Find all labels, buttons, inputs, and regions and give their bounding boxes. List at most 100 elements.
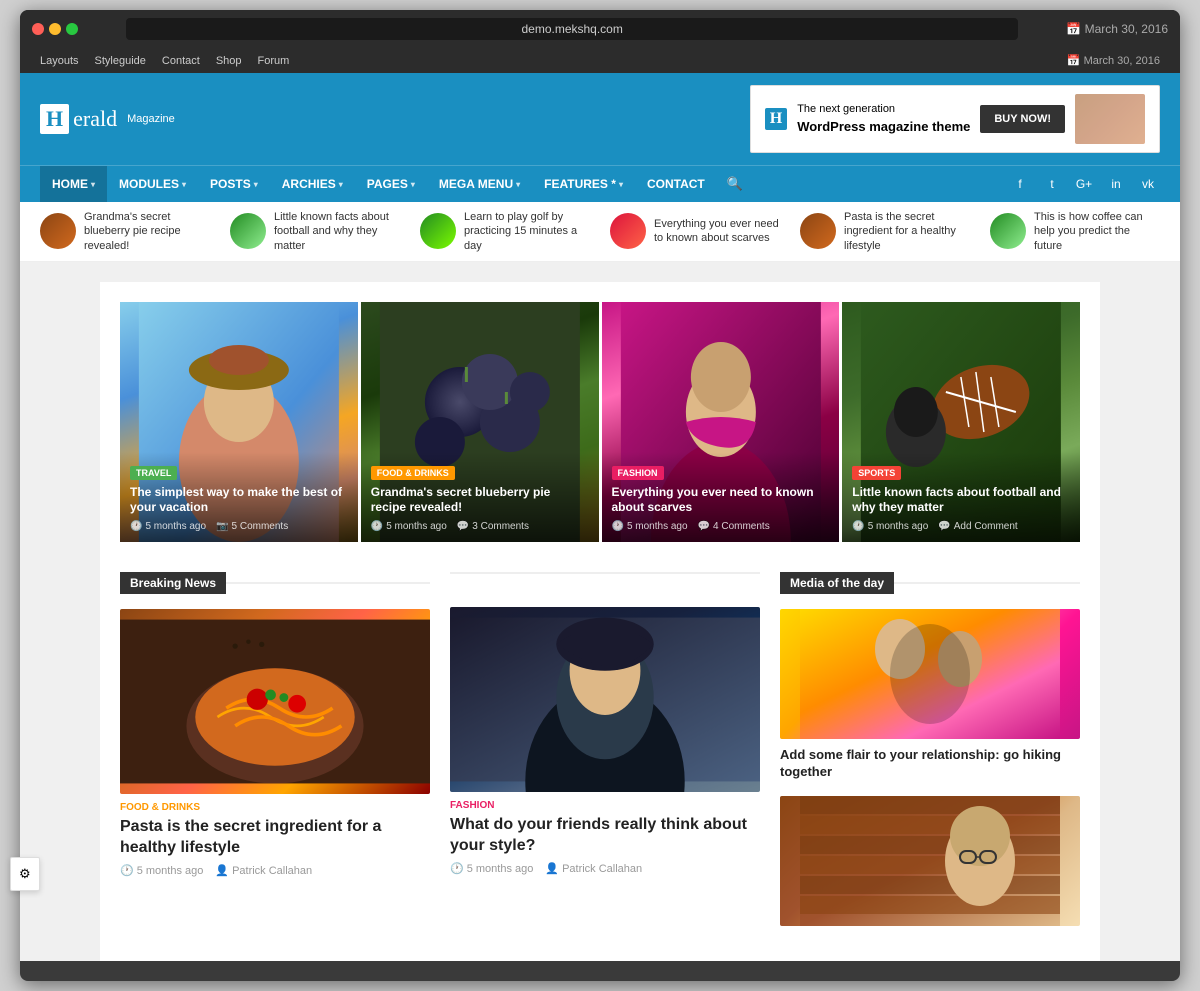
minimize-button[interactable] <box>49 23 61 35</box>
ad-logo: H <box>765 108 787 130</box>
ticker-item[interactable]: Grandma's secret blueberry pie recipe re… <box>40 210 210 253</box>
featured-grid: TRAVEL The simplest way to make the best… <box>120 302 1080 542</box>
news-meta: 🕐 5 months ago 👤 Patrick Callahan <box>120 864 430 877</box>
main-nav: HOME ▾ MODULES ▾ POSTS ▾ ARcHIES ▾ PAGES… <box>20 165 1180 202</box>
feat-tag: SPORTS <box>852 466 901 480</box>
featured-item-2[interactable]: FOOD & DRINKS Grandma's secret blueberry… <box>361 302 599 542</box>
news-ticker: Grandma's secret blueberry pie recipe re… <box>20 202 1180 262</box>
search-icon[interactable]: 🔍 <box>717 166 753 202</box>
chevron-down-icon: ▾ <box>516 180 520 189</box>
chevron-down-icon: ▾ <box>411 180 415 189</box>
media-item-2[interactable]: 📷 <box>780 796 1080 926</box>
clock-icon: 🕐 <box>371 521 383 532</box>
news-category: FOOD & DRINKS <box>120 802 430 813</box>
admin-bar-date: 📅 March 30, 2016 <box>1067 54 1160 67</box>
feat-title: The simplest way to make the best of you… <box>130 485 348 516</box>
news-card-1[interactable]: FOOD & DRINKS Pasta is the secret ingred… <box>120 609 430 878</box>
ticker-thumbnail <box>230 213 266 249</box>
ticker-item[interactable]: Learn to play golf by practicing 15 minu… <box>420 210 590 253</box>
featured-item-4[interactable]: SPORTS Little known facts about football… <box>842 302 1080 542</box>
author-icon: 👤 <box>545 862 559 875</box>
clock-icon: 🕐 <box>120 864 134 877</box>
nav-items: HOME ▾ MODULES ▾ POSTS ▾ ARcHIES ▾ PAGES… <box>40 166 753 202</box>
ticker-text: Learn to play golf by practicing 15 minu… <box>464 210 590 253</box>
featured-item-1[interactable]: TRAVEL The simplest way to make the best… <box>120 302 358 542</box>
news-title: Pasta is the secret ingredient for a hea… <box>120 817 430 859</box>
nav-item-home[interactable]: HOME ▾ <box>40 166 107 202</box>
ticker-thumbnail <box>420 213 456 249</box>
media-header: Media of the day <box>780 572 1080 594</box>
section-header-breaking: Breaking News <box>120 572 430 594</box>
ticker-thumbnail <box>990 213 1026 249</box>
clock-icon: 🕐 <box>450 862 464 875</box>
admin-bar-links: Layouts Styleguide Contact Shop Forum <box>40 55 289 67</box>
ticker-item[interactable]: This is how coffee can help you predict … <box>990 210 1160 253</box>
nav-item-modules[interactable]: MODULES ▾ <box>107 166 198 202</box>
camera-icon: 📷 <box>216 521 228 532</box>
feat-meta: 🕐 5 months ago 📷 5 Comments <box>130 521 348 532</box>
admin-link-styleguide[interactable]: Styleguide <box>95 55 146 67</box>
url-bar[interactable]: demo.mekshq.com <box>126 18 1018 40</box>
comment-icon: 💬 <box>698 521 710 532</box>
admin-link-shop[interactable]: Shop <box>216 55 242 67</box>
chevron-down-icon: ▾ <box>254 180 258 189</box>
ad-banner[interactable]: H The next generation WordPress magazine… <box>750 85 1160 153</box>
ticker-text: Pasta is the secret ingredient for a hea… <box>844 210 970 253</box>
breaking-news-col1: Breaking News <box>120 572 430 941</box>
ticker-text: Everything you ever need to known about … <box>654 217 780 246</box>
author-icon: 👤 <box>215 864 229 877</box>
logo-icon: H <box>40 104 69 134</box>
vk-icon[interactable]: vk <box>1136 172 1160 196</box>
comment-icon: 💬 <box>938 521 950 532</box>
admin-link-layouts[interactable]: Layouts <box>40 55 79 67</box>
feat-tag: FASHION <box>612 466 664 480</box>
google-plus-icon[interactable]: G+ <box>1072 172 1096 196</box>
news-category: FASHION <box>450 800 760 811</box>
settings-widget[interactable]: ⚙ <box>10 857 40 891</box>
feat-meta: 🕐 5 months ago 💬 3 Comments <box>371 521 589 532</box>
nav-item-features[interactable]: Features * ▾ <box>532 166 635 202</box>
clock-icon: 🕐 <box>852 521 864 532</box>
facebook-icon[interactable]: f <box>1008 172 1032 196</box>
ticker-item[interactable]: Everything you ever need to known about … <box>610 210 780 253</box>
clock-icon: 🕐 <box>612 521 624 532</box>
feat-overlay: FOOD & DRINKS Grandma's secret blueberry… <box>361 452 599 542</box>
media-sidebar: Media of the day <box>780 572 1080 941</box>
instagram-icon[interactable]: in <box>1104 172 1128 196</box>
featured-item-3[interactable]: FASHION Everything you ever need to know… <box>602 302 840 542</box>
nav-item-pages[interactable]: PAGES ▾ <box>355 166 427 202</box>
nav-item-mega-menu[interactable]: MEGA MENU ▾ <box>427 166 532 202</box>
nav-item-posts[interactable]: POSTS ▾ <box>198 166 270 202</box>
close-button[interactable] <box>32 23 44 35</box>
news-title: What do your friends really think about … <box>450 815 760 857</box>
feat-overlay: TRAVEL The simplest way to make the best… <box>120 452 358 542</box>
news-card-2[interactable]: FASHION What do your friends really thin… <box>450 607 760 876</box>
ad-button[interactable]: BUY NOW! <box>980 105 1065 133</box>
ticker-thumbnail <box>800 213 836 249</box>
nav-item-contact[interactable]: CONTACT <box>635 166 717 202</box>
nav-item-archives[interactable]: ARcHIES ▾ <box>270 166 355 202</box>
ticker-text: Grandma's secret blueberry pie recipe re… <box>84 210 210 253</box>
admin-bar: Layouts Styleguide Contact Shop Forum 📅 … <box>20 48 1180 73</box>
ad-text: The next generation WordPress magazine t… <box>797 102 970 136</box>
news-card-2-wrapper: FASHION What do your friends really thin… <box>450 607 760 876</box>
media-item-1[interactable]: ▶ Add some flair to your relationship: g… <box>780 609 1080 781</box>
comment-icon: 💬 <box>457 521 469 532</box>
chevron-down-icon: ▾ <box>91 180 95 189</box>
ticker-item[interactable]: Little known facts about football and wh… <box>230 210 400 253</box>
logo-subtitle: Magazine <box>127 113 175 125</box>
site-logo[interactable]: H erald Magazine <box>40 104 175 134</box>
maximize-button[interactable] <box>66 23 78 35</box>
feat-tag: FOOD & DRINKS <box>371 466 455 480</box>
chevron-down-icon: ▾ <box>619 180 623 189</box>
ticker-item[interactable]: Pasta is the secret ingredient for a hea… <box>800 210 970 253</box>
ticker-thumbnail <box>610 213 646 249</box>
admin-link-forum[interactable]: Forum <box>258 55 290 67</box>
ad-image <box>1075 94 1145 144</box>
logo-name: erald <box>73 106 117 132</box>
clock-icon: 🕐 <box>130 521 142 532</box>
admin-link-contact[interactable]: Contact <box>162 55 200 67</box>
twitter-icon[interactable]: t <box>1040 172 1064 196</box>
calendar-icon: 📅 <box>1066 22 1081 36</box>
social-links: f t G+ in vk <box>1008 172 1160 196</box>
